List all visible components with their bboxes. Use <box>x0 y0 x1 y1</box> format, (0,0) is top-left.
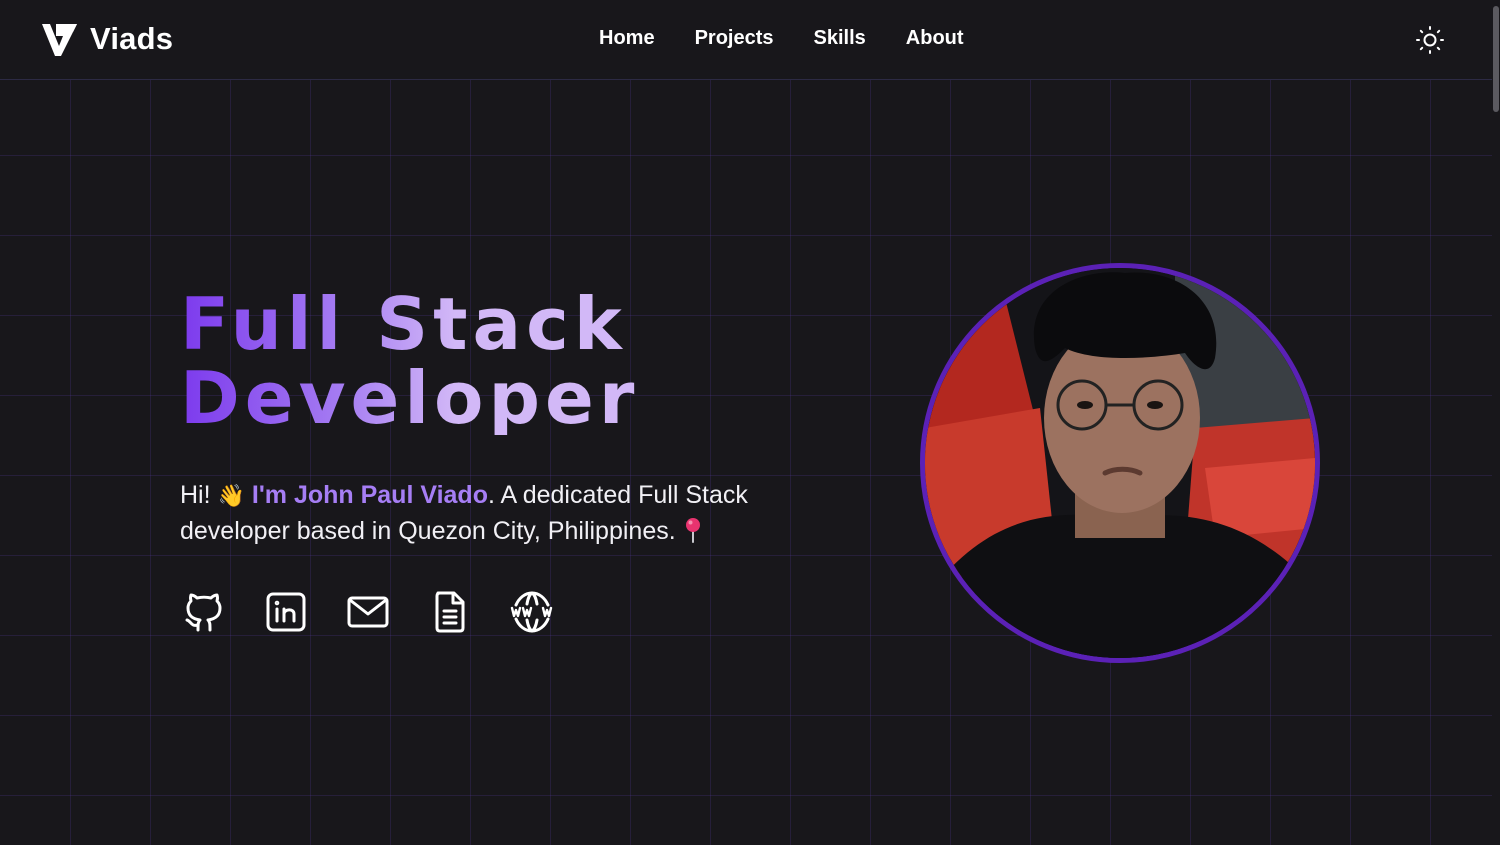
website-link[interactable] <box>510 590 554 634</box>
nav-projects[interactable]: Projects <box>695 27 774 50</box>
page-scrollbar[interactable] <box>1492 0 1500 845</box>
intro-name: I'm John Paul Viado <box>251 481 488 509</box>
brand-name: Viads <box>90 21 174 56</box>
linkedin-link[interactable] <box>264 590 308 634</box>
profile-photo <box>925 268 1315 658</box>
hero-title: Full Stack Developer <box>180 287 639 435</box>
brand-home-link[interactable]: Viads <box>40 20 173 58</box>
resume-link[interactable] <box>428 590 472 634</box>
page: Viads Home Projects Skills About Full St… <box>0 0 1500 845</box>
social-links <box>182 590 554 634</box>
nav-home[interactable]: Home <box>599 27 655 50</box>
resume-document-icon <box>435 591 465 633</box>
website-globe-icon <box>510 591 553 633</box>
email-link[interactable] <box>346 590 390 634</box>
intro-greeting: Hi! <box>180 481 211 509</box>
main-nav: Home Projects Skills About <box>599 27 964 50</box>
nav-about[interactable]: About <box>906 27 964 50</box>
profile-avatar <box>920 263 1320 663</box>
nav-skills[interactable]: Skills <box>814 27 866 50</box>
v-logo-icon <box>42 24 77 56</box>
sun-icon <box>1416 26 1444 54</box>
linkedin-icon <box>266 592 306 632</box>
intro-text: Hi! 👋 I'm John Paul Viado. A dedicated F… <box>180 478 830 549</box>
mail-icon <box>347 596 389 628</box>
hero-title-line-1: Full Stack <box>180 282 627 366</box>
pin-icon <box>685 518 700 543</box>
top-navbar: Viads Home Projects Skills About <box>0 0 1492 80</box>
github-link[interactable] <box>182 590 226 634</box>
hero-title-line-2: Developer <box>180 356 640 440</box>
theme-toggle-button[interactable] <box>1414 24 1446 56</box>
scrollbar-thumb[interactable] <box>1493 6 1499 112</box>
waving-hand-icon: 👋 <box>217 484 245 509</box>
github-icon <box>185 593 222 632</box>
